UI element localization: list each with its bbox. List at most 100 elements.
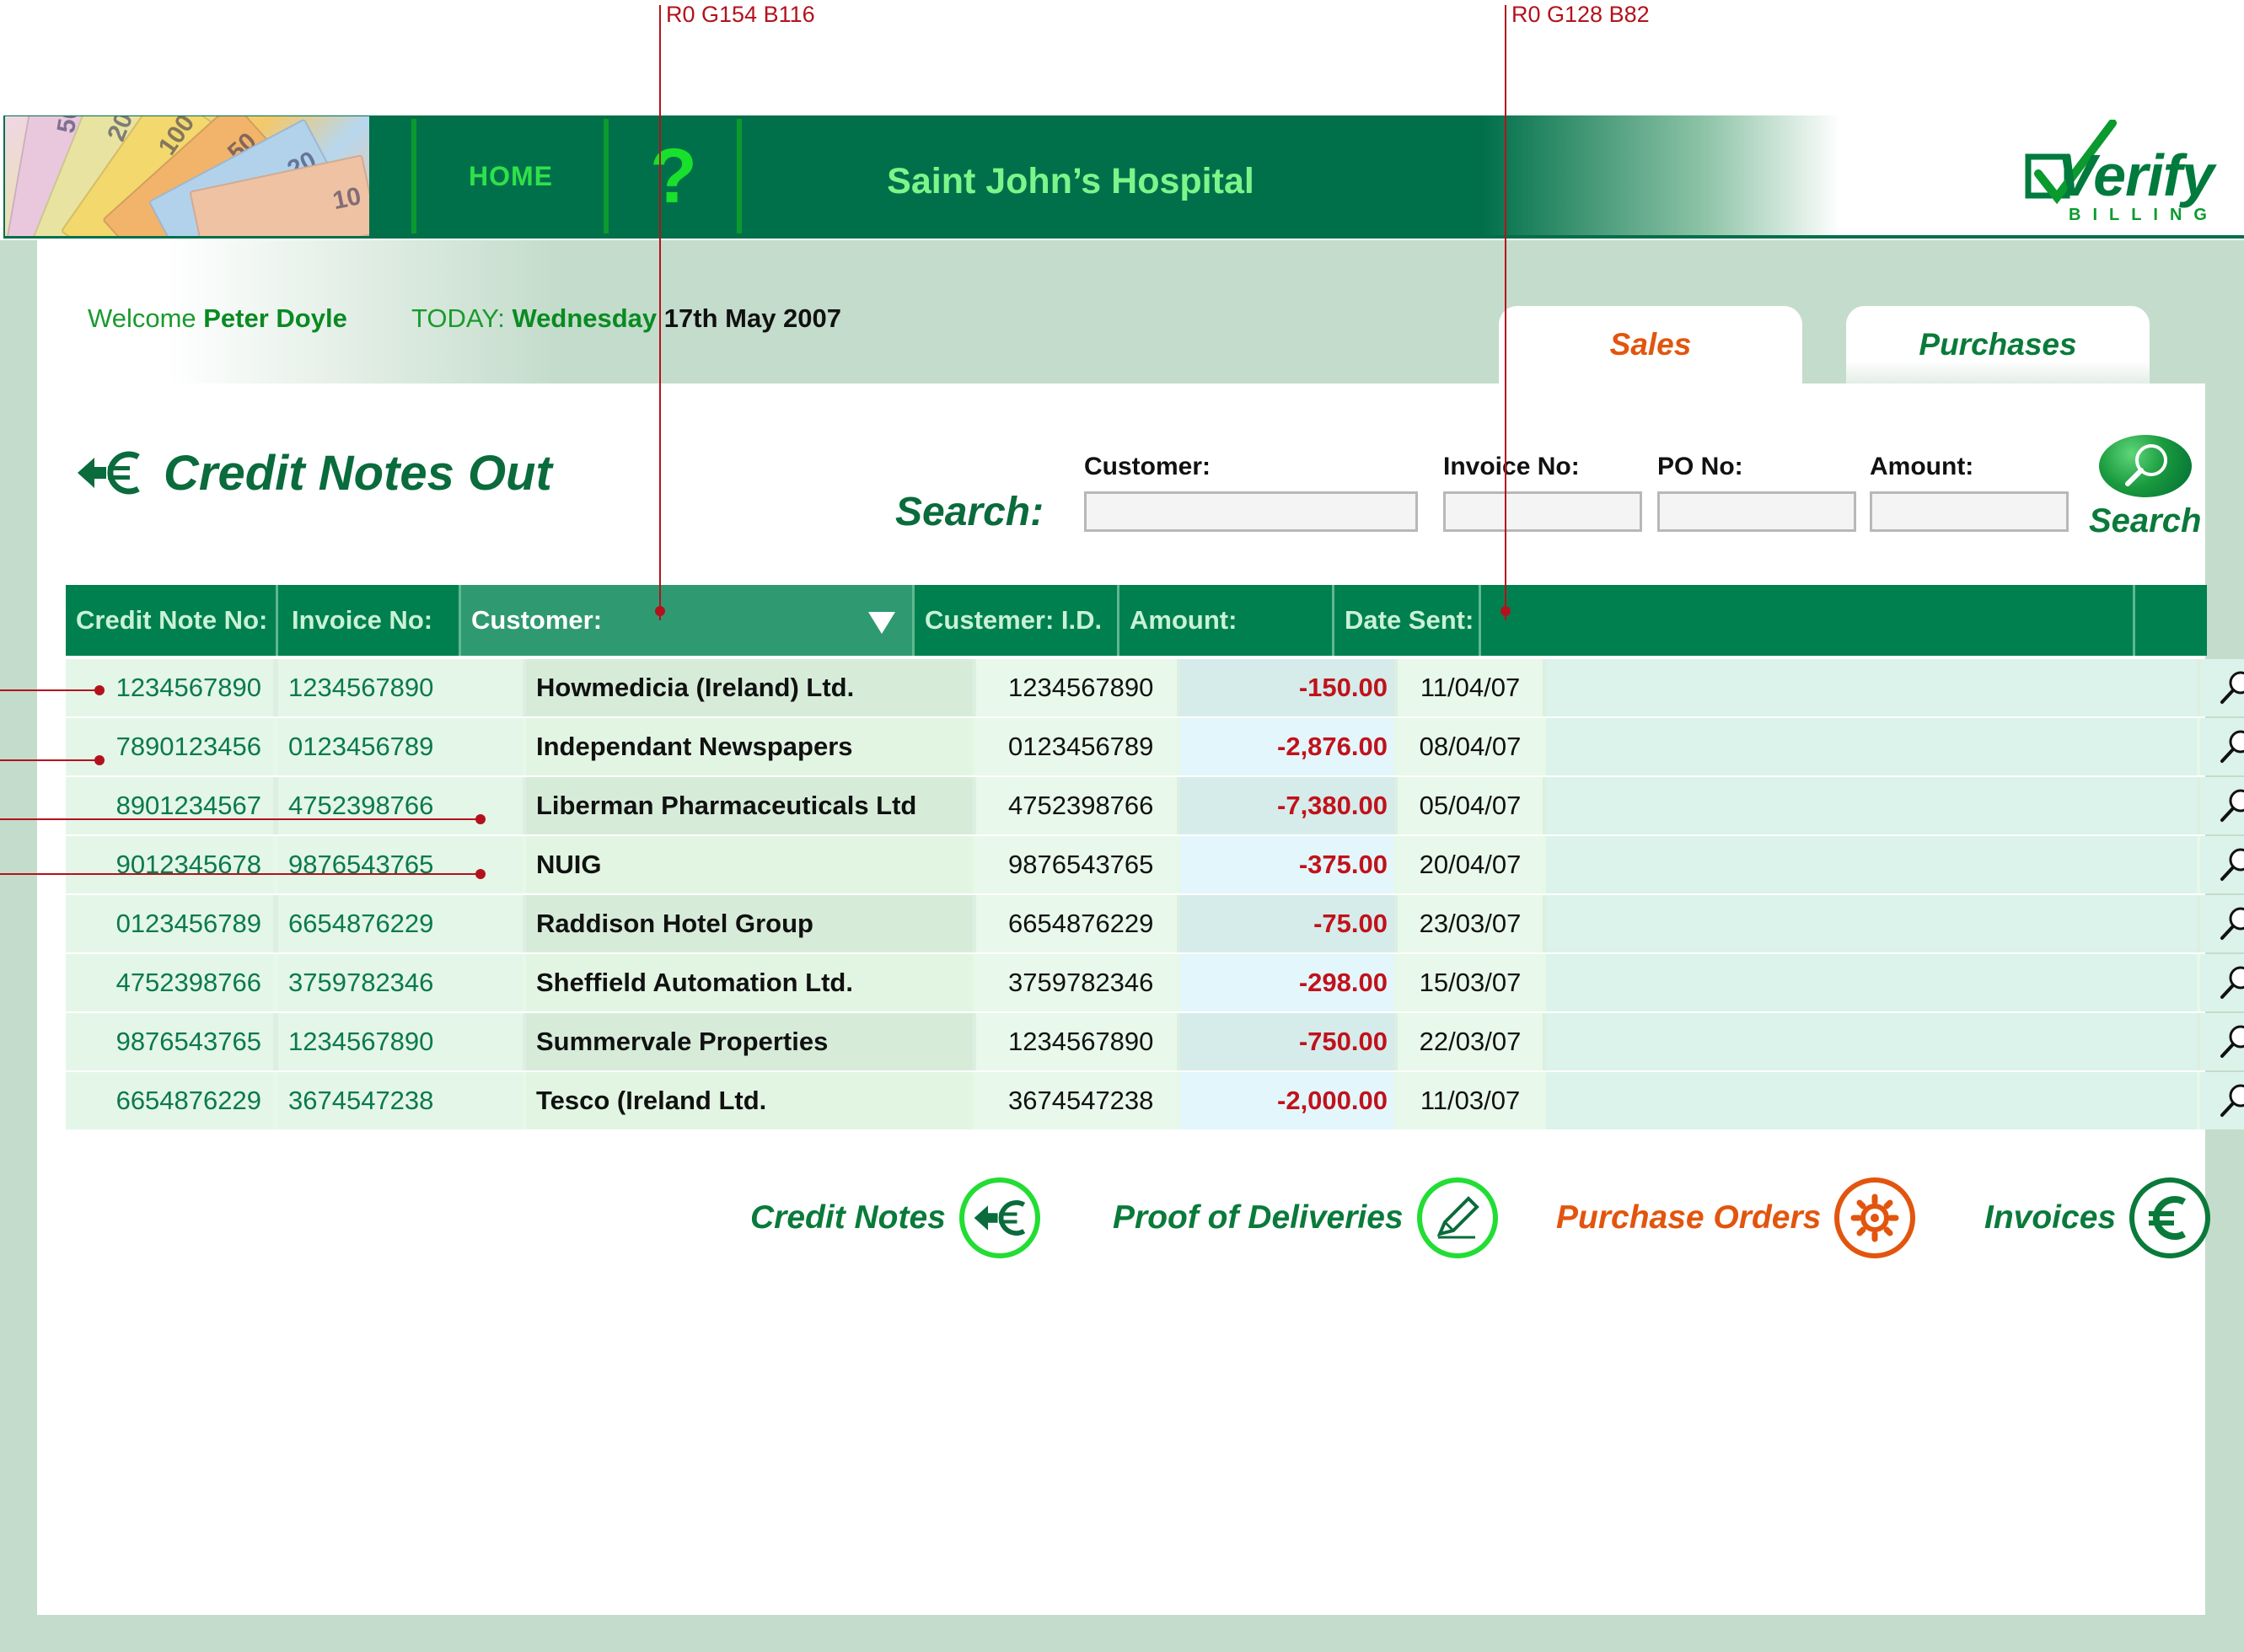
customer-id: 6654876229 xyxy=(976,895,1177,952)
page-title-text: Credit Notes Out xyxy=(164,445,552,501)
view-details-button[interactable] xyxy=(2200,1072,2244,1129)
col-header-customer-id[interactable]: Custemer: I.D. xyxy=(915,585,1117,656)
magnifier-icon xyxy=(2220,730,2244,763)
invoice-search-input[interactable] xyxy=(1443,491,1642,532)
table-row[interactable]: 9012345678 9876543765 NUIG 9876543765 -375.0… xyxy=(66,836,2244,893)
annotation-label: R0 G154 B116 xyxy=(666,2,815,27)
annotation-leader xyxy=(659,5,661,620)
customer-search-input[interactable] xyxy=(1084,491,1418,532)
pen-icon[interactable] xyxy=(1416,1177,1498,1258)
magnifier-icon xyxy=(2220,907,2244,940)
help-button[interactable]: ? xyxy=(610,119,737,233)
amount-search-label: Amount: xyxy=(1870,453,1974,480)
view-details-button[interactable] xyxy=(2200,895,2244,952)
col-header-credit-note[interactable]: Credit Note No: xyxy=(66,585,273,656)
invoice-number: 4752398766 xyxy=(278,777,523,834)
nav-invoices[interactable]: Invoices xyxy=(1984,1172,2211,1264)
date-sent: 11/03/07 xyxy=(1398,1072,1543,1129)
row-spacer xyxy=(1546,718,2197,775)
view-details-button[interactable] xyxy=(2200,836,2244,893)
nav-credit-notes-label[interactable]: Credit Notes xyxy=(750,1199,946,1236)
customer-name: Raddison Hotel Group xyxy=(526,895,973,952)
annotation-leader xyxy=(1505,5,1506,620)
invoice-number: 1234567890 xyxy=(278,1013,523,1070)
gear-icon[interactable] xyxy=(1834,1177,1916,1258)
invoice-number: 0123456789 xyxy=(278,718,523,775)
col-header-amount[interactable]: Amount: xyxy=(1119,585,1332,656)
magnifier-icon xyxy=(2125,444,2167,486)
col-header-date-sent[interactable]: Date Sent: xyxy=(1334,585,1478,656)
table-row[interactable]: 1234567890 1234567890 Howmedicia (Ireland)… xyxy=(66,659,2244,716)
table-row[interactable]: 7890123456 0123456789 Independant Newspape… xyxy=(66,718,2244,775)
search-button-label[interactable]: Search xyxy=(2089,502,2201,540)
table-row[interactable]: 4752398766 3759782346 Sheffield Automation… xyxy=(66,954,2244,1011)
amount: -750.00 xyxy=(1180,1013,1394,1070)
tab-purchases[interactable]: Purchases xyxy=(1846,306,2150,384)
row-spacer xyxy=(1546,1072,2197,1129)
view-details-button[interactable] xyxy=(2200,659,2244,716)
nav-invoices-label[interactable]: Invoices xyxy=(1984,1199,2116,1236)
table-row[interactable]: 0123456789 6654876229 Raddison Hotel Group… xyxy=(66,895,2244,952)
logo-subtitle: BILLING xyxy=(2069,206,2219,224)
magnifier-icon xyxy=(2220,848,2244,881)
nav-proof-of-deliveries-label[interactable]: Proof of Deliveries xyxy=(1113,1199,1404,1236)
sort-descending-icon[interactable] xyxy=(868,612,895,634)
frame-bottom xyxy=(0,1615,2244,1652)
nav-credit-notes[interactable]: Credit Notes xyxy=(750,1172,1040,1264)
nav-proof-of-deliveries[interactable]: Proof of Deliveries xyxy=(1113,1172,1498,1264)
annotation-leader xyxy=(0,689,99,691)
invoice-number: 1234567890 xyxy=(278,659,523,716)
banknotes-image: 500 200 100 50 20 10 xyxy=(5,116,369,236)
search-button[interactable] xyxy=(2099,435,2192,497)
invoice-number: 6654876229 xyxy=(278,895,523,952)
verify-billing-logo[interactable]: Verify BILLING xyxy=(2020,120,2239,229)
nav-purchase-orders[interactable]: Purchase Orders xyxy=(1556,1172,1916,1264)
customer-id: 3759782346 xyxy=(976,954,1177,1011)
col-header-invoice[interactable]: Invoice No: xyxy=(282,585,459,656)
amount: -75.00 xyxy=(1180,895,1394,952)
amount: -2,000.00 xyxy=(1180,1072,1394,1129)
po-search-label: PO No: xyxy=(1657,453,1743,480)
amount: -298.00 xyxy=(1180,954,1394,1011)
magnifier-icon xyxy=(2220,1084,2244,1117)
customer-name: Howmedicia (Ireland) Ltd. xyxy=(526,659,973,716)
tab-sales[interactable]: Sales xyxy=(1499,306,1802,384)
row-spacer xyxy=(1546,895,2197,952)
row-spacer xyxy=(1546,836,2197,893)
annotation-leader xyxy=(0,759,99,761)
credit-note-icon[interactable] xyxy=(958,1177,1040,1258)
table-row[interactable]: 8901234567 4752398766 Liberman Pharmaceuti… xyxy=(66,777,2244,834)
annotation-marker xyxy=(475,814,486,824)
col-header-customer[interactable]: Customer: xyxy=(461,585,912,656)
table-row[interactable]: 9876543765 1234567890 Summervale Propertie… xyxy=(66,1013,2244,1070)
annotation-marker xyxy=(475,869,486,879)
table-row[interactable]: 6654876229 3674547238 Tesco (Ireland Ltd. 3… xyxy=(66,1072,2244,1129)
nav-purchase-orders-label[interactable]: Purchase Orders xyxy=(1556,1199,1821,1236)
customer-name: Tesco (Ireland Ltd. xyxy=(526,1072,973,1129)
annotation-label: R0 G128 B82 xyxy=(1511,2,1650,27)
customer-id: 1234567890 xyxy=(976,1013,1177,1070)
customer-id: 0123456789 xyxy=(976,718,1177,775)
magnifier-icon xyxy=(2220,966,2244,999)
annotation-marker xyxy=(655,606,665,616)
customer-name: Sheffield Automation Ltd. xyxy=(526,954,973,1011)
view-details-button[interactable] xyxy=(2200,718,2244,775)
date-sent: 15/03/07 xyxy=(1398,954,1543,1011)
page-title: Credit Notes Out xyxy=(76,443,552,502)
magnifier-icon xyxy=(2220,1025,2244,1058)
po-search-input[interactable] xyxy=(1657,491,1856,532)
welcome-prefix: Welcome xyxy=(88,303,204,333)
welcome-message: Welcome Peter Doyle xyxy=(88,303,347,334)
view-details-button[interactable] xyxy=(2200,954,2244,1011)
view-details-button[interactable] xyxy=(2200,777,2244,834)
euro-icon[interactable] xyxy=(2129,1177,2211,1258)
amount-search-input[interactable] xyxy=(1870,491,2069,532)
home-button[interactable]: HOME xyxy=(416,119,605,233)
credit-note-number: 4752398766 xyxy=(66,954,273,1011)
row-spacer xyxy=(1546,1013,2197,1070)
row-spacer xyxy=(1546,954,2197,1011)
today-date: TODAY: Wednesday 17th May 2007 xyxy=(411,303,841,334)
customer-name: Independant Newspapers xyxy=(526,718,973,775)
amount: -2,876.00 xyxy=(1180,718,1394,775)
view-details-button[interactable] xyxy=(2200,1013,2244,1070)
